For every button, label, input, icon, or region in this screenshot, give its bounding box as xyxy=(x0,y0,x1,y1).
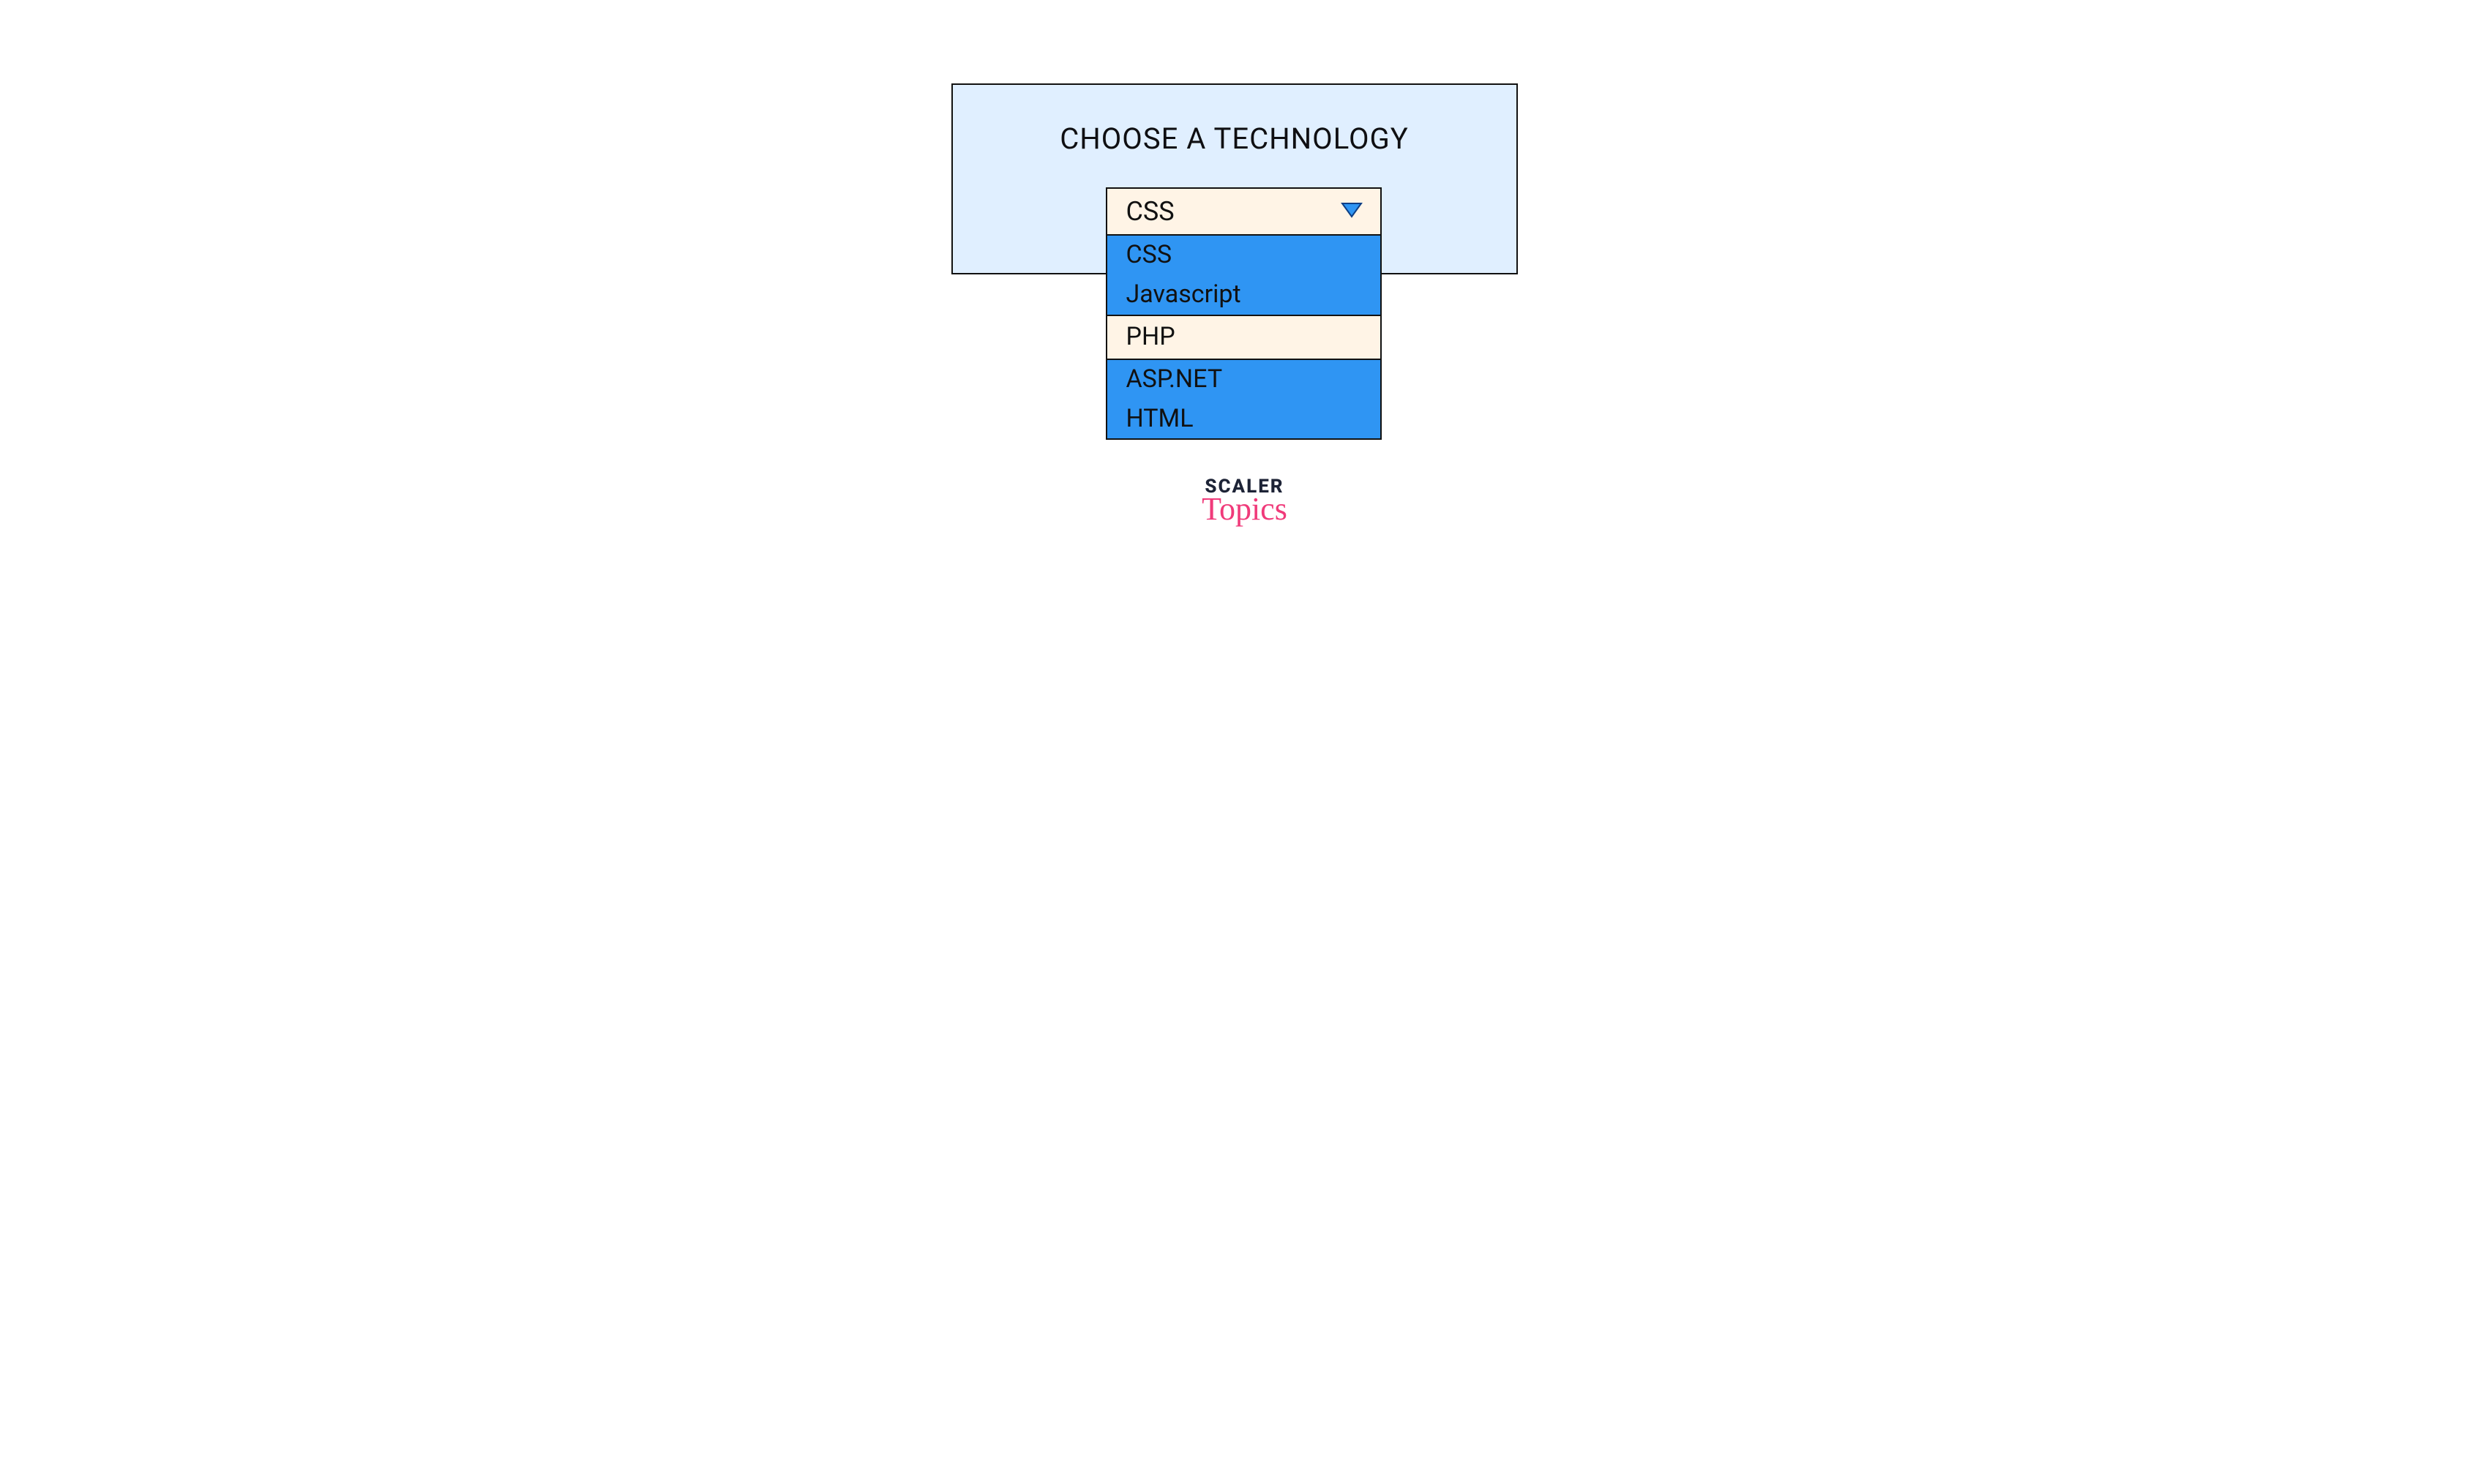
dropdown-option[interactable]: ASP.NET xyxy=(1107,360,1380,400)
diagram-canvas: CHOOSE A TECHNOLOGY CSS CSS Javascript P… xyxy=(718,0,1772,629)
brand-logo: SCALER Topics xyxy=(718,476,1772,525)
chevron-down-icon xyxy=(1339,202,1364,221)
dropdown-selected-label: CSS xyxy=(1126,196,1175,227)
dropdown-selected[interactable]: CSS xyxy=(1107,189,1380,236)
dropdown-option[interactable]: HTML xyxy=(1107,400,1380,439)
dropdown-list: CSS Javascript PHP ASP.NET HTML xyxy=(1107,236,1380,438)
brand-line2: Topics xyxy=(718,493,1772,525)
panel-title: CHOOSE A TECHNOLOGY xyxy=(953,121,1516,156)
dropdown-option[interactable]: CSS xyxy=(1107,236,1380,275)
dropdown-option[interactable]: Javascript xyxy=(1107,275,1380,315)
dropdown-option-hover[interactable]: PHP xyxy=(1107,315,1380,360)
technology-dropdown[interactable]: CSS CSS Javascript PHP ASP.NET HTML xyxy=(1106,187,1382,440)
